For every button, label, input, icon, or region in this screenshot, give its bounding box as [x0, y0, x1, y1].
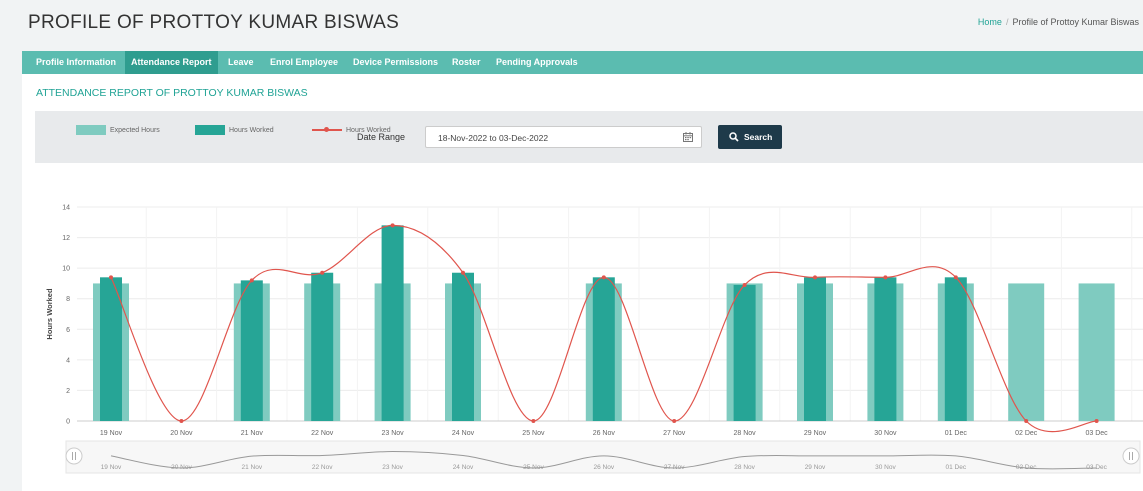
- page: PROFILE OF PROTTOY KUMAR BISWAS Home / Pro…: [0, 0, 1143, 491]
- legend-item-hours-worked-bar[interactable]: Hours Worked: [195, 124, 274, 138]
- line-point[interactable]: [672, 419, 677, 423]
- legend-label-worked-bar: Hours Worked: [229, 127, 274, 134]
- worked-bar[interactable]: [452, 272, 474, 421]
- navigator-tick-label: 20 Nov: [171, 464, 192, 471]
- worked-bar[interactable]: [944, 277, 967, 421]
- x-tick-label: 27 Nov: [663, 430, 686, 437]
- line-point[interactable]: [742, 282, 747, 287]
- line-point[interactable]: [1024, 419, 1029, 423]
- x-tick-label: 30 Nov: [874, 430, 897, 437]
- y-axis-label: Hours Worked: [45, 288, 54, 340]
- line-point[interactable]: [179, 419, 184, 423]
- worked-bar[interactable]: [311, 272, 334, 421]
- x-tick-label: 03 Dec: [1086, 430, 1109, 437]
- line-point[interactable]: [813, 275, 817, 280]
- navigator-tick-label: 26 Nov: [593, 464, 614, 471]
- line-point[interactable]: [601, 275, 606, 280]
- legend-item-hours-worked-line[interactable]: Hours Worked: [312, 124, 391, 138]
- expected-bar[interactable]: [1078, 283, 1115, 421]
- x-tick-label: 29 Nov: [804, 430, 827, 437]
- legend-item-expected-hours[interactable]: Expected Hours: [76, 124, 160, 138]
- x-tick-label: 24 Nov: [452, 430, 475, 437]
- navigator-tick-label: 27 Nov: [664, 464, 685, 471]
- navigator-tick-label: 29 Nov: [805, 464, 826, 471]
- line-point[interactable]: [109, 275, 113, 280]
- y-tick-label: 6: [66, 327, 70, 334]
- chart-legend: Expected Hours Hours Worked Hours Worked: [54, 124, 454, 138]
- y-tick-label: 8: [66, 296, 70, 303]
- navigator-tick-label: 30 Nov: [875, 464, 896, 471]
- legend-label-expected: Expected Hours: [110, 127, 160, 134]
- x-tick-label: 02 Dec: [1015, 430, 1038, 437]
- line-point[interactable]: [531, 419, 536, 423]
- y-tick-label: 10: [62, 266, 70, 273]
- navigator-tick-label: 19 Nov: [101, 464, 122, 471]
- navigator-left-handle[interactable]: [65, 447, 83, 465]
- line-point[interactable]: [953, 275, 958, 280]
- navigator-tick-label: 25 Nov: [523, 464, 544, 471]
- x-tick-label: 22 Nov: [311, 430, 334, 437]
- worked-bar[interactable]: [240, 280, 263, 421]
- x-tick-label: 26 Nov: [593, 430, 616, 437]
- y-tick-label: 0: [66, 419, 70, 426]
- line-point[interactable]: [883, 275, 888, 280]
- x-tick-label: 01 Dec: [945, 430, 968, 437]
- legend-swatch-expected: [76, 125, 106, 136]
- x-tick-label: 19 Nov: [100, 430, 123, 437]
- attendance-chart: 0 2 4 6 8 10 12 14 Hours Worked 19 Nov 20 Nov 21 No…: [45, 205, 1143, 474]
- worked-bar[interactable]: [592, 277, 615, 421]
- navigator-tick-label: 21 Nov: [241, 464, 262, 471]
- line-point[interactable]: [320, 270, 325, 275]
- x-tick-label: 28 Nov: [734, 430, 757, 437]
- x-tick-label: 25 Nov: [522, 430, 545, 437]
- worked-bar[interactable]: [100, 277, 122, 421]
- y-tick-label: 12: [62, 235, 70, 242]
- legend-swatch-worked: [195, 125, 225, 136]
- legend-swatch-line: [312, 125, 342, 135]
- line-point[interactable]: [1094, 419, 1099, 423]
- worked-bar[interactable]: [804, 277, 826, 421]
- navigator-tick-label: 22 Nov: [312, 464, 333, 471]
- x-tick-label: 21 Nov: [241, 430, 264, 437]
- x-tick-label: 23 Nov: [382, 430, 405, 437]
- navigator-tick-label: 01 Dec: [945, 464, 966, 471]
- worked-bar[interactable]: [733, 284, 756, 421]
- line-point[interactable]: [249, 278, 254, 283]
- line-point[interactable]: [390, 223, 395, 228]
- expected-bar[interactable]: [1008, 283, 1045, 421]
- navigator-right-handle[interactable]: [1122, 447, 1140, 465]
- y-tick-label: 2: [66, 388, 70, 395]
- worked-bar[interactable]: [381, 225, 404, 421]
- y-tick-label: 4: [66, 357, 70, 364]
- y-tick-label: 14: [62, 205, 70, 212]
- navigator-tick-label: 02 Dec: [1016, 464, 1037, 471]
- x-tick-label: 20 Nov: [170, 430, 193, 437]
- legend-label-worked-line: Hours Worked: [346, 127, 391, 134]
- navigator-tick-label: 28 Nov: [734, 464, 755, 471]
- worked-bar[interactable]: [874, 277, 897, 421]
- navigator-tick-label: 24 Nov: [453, 464, 474, 471]
- navigator-tick-label: 03 Dec: [1086, 464, 1107, 471]
- navigator-tick-label: 23 Nov: [382, 464, 403, 471]
- line-point[interactable]: [461, 270, 465, 275]
